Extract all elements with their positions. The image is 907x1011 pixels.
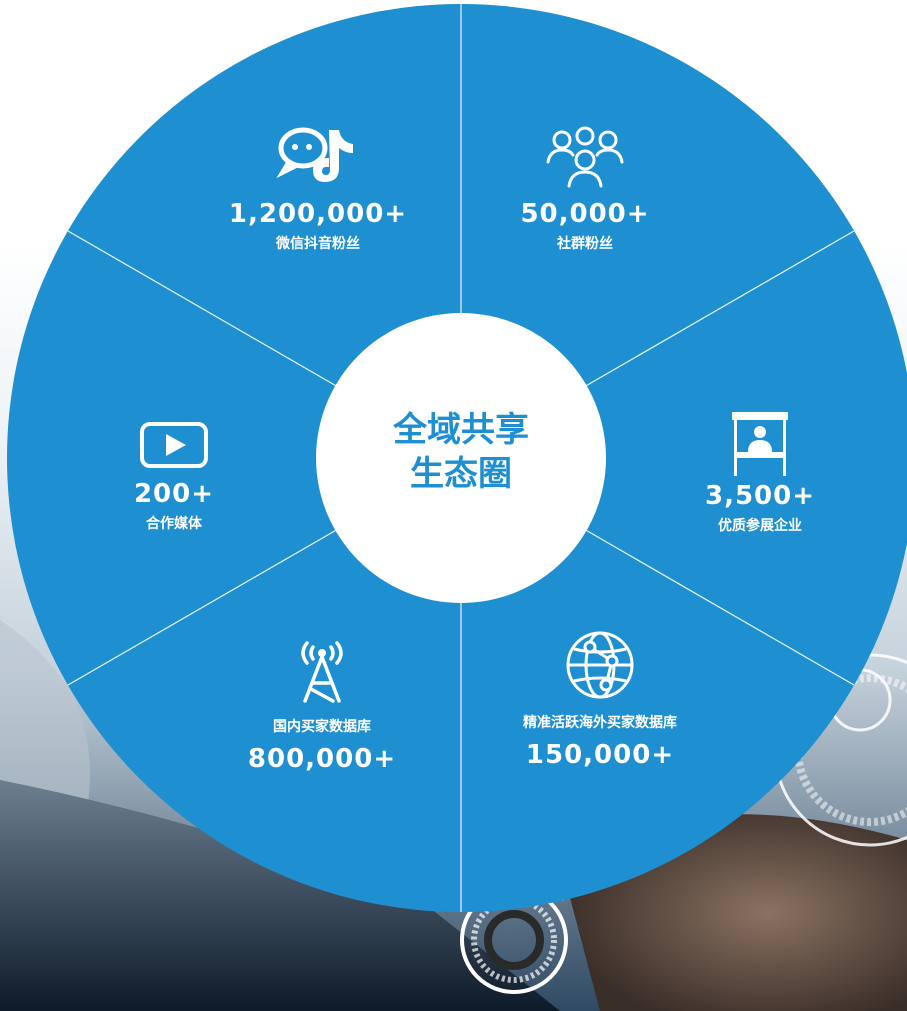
community-group-icon bbox=[546, 126, 624, 188]
segment-exhibitors: 3,500+ 优质参展企业 bbox=[640, 408, 880, 536]
stat-value: 50,000+ bbox=[520, 199, 650, 229]
segment-wechat-douyin: 1,200,000+ 微信抖音粉丝 bbox=[198, 118, 438, 254]
stat-value: 1,200,000+ bbox=[228, 199, 408, 229]
stat-value: 3,500+ bbox=[704, 481, 816, 511]
stat-value: 200+ bbox=[133, 479, 215, 509]
center-title-line-1: 全域共享 bbox=[393, 410, 529, 450]
segment-community: 50,000+ 社群粉丝 bbox=[465, 122, 705, 254]
exhibition-booth-icon bbox=[732, 412, 788, 476]
segment-overseas-buyers: 精准活跃海外买家数据库 150,000+ bbox=[480, 625, 720, 771]
stat-label: 优质参展企业 bbox=[718, 518, 802, 534]
segment-domestic-buyers: 国内买家数据库 800,000+ bbox=[202, 635, 442, 775]
globe-network-icon bbox=[566, 631, 634, 699]
stat-label: 国内买家数据库 bbox=[273, 719, 371, 735]
stat-label: 精准活跃海外买家数据库 bbox=[523, 715, 677, 731]
segment-media: 200+ 合作媒体 bbox=[54, 420, 294, 534]
center-title: 全域共享 生态圈 bbox=[361, 408, 561, 496]
wechat-douyin-icon bbox=[276, 127, 353, 182]
video-play-icon bbox=[140, 422, 208, 468]
stat-label: 微信抖音粉丝 bbox=[276, 236, 360, 252]
stat-label: 合作媒体 bbox=[146, 516, 202, 532]
stat-value: 800,000+ bbox=[247, 744, 397, 774]
broadcast-tower-icon bbox=[301, 641, 343, 703]
stat-label: 社群粉丝 bbox=[557, 236, 613, 252]
stat-value: 150,000+ bbox=[525, 740, 675, 770]
center-title-line-2: 生态圈 bbox=[410, 454, 512, 494]
